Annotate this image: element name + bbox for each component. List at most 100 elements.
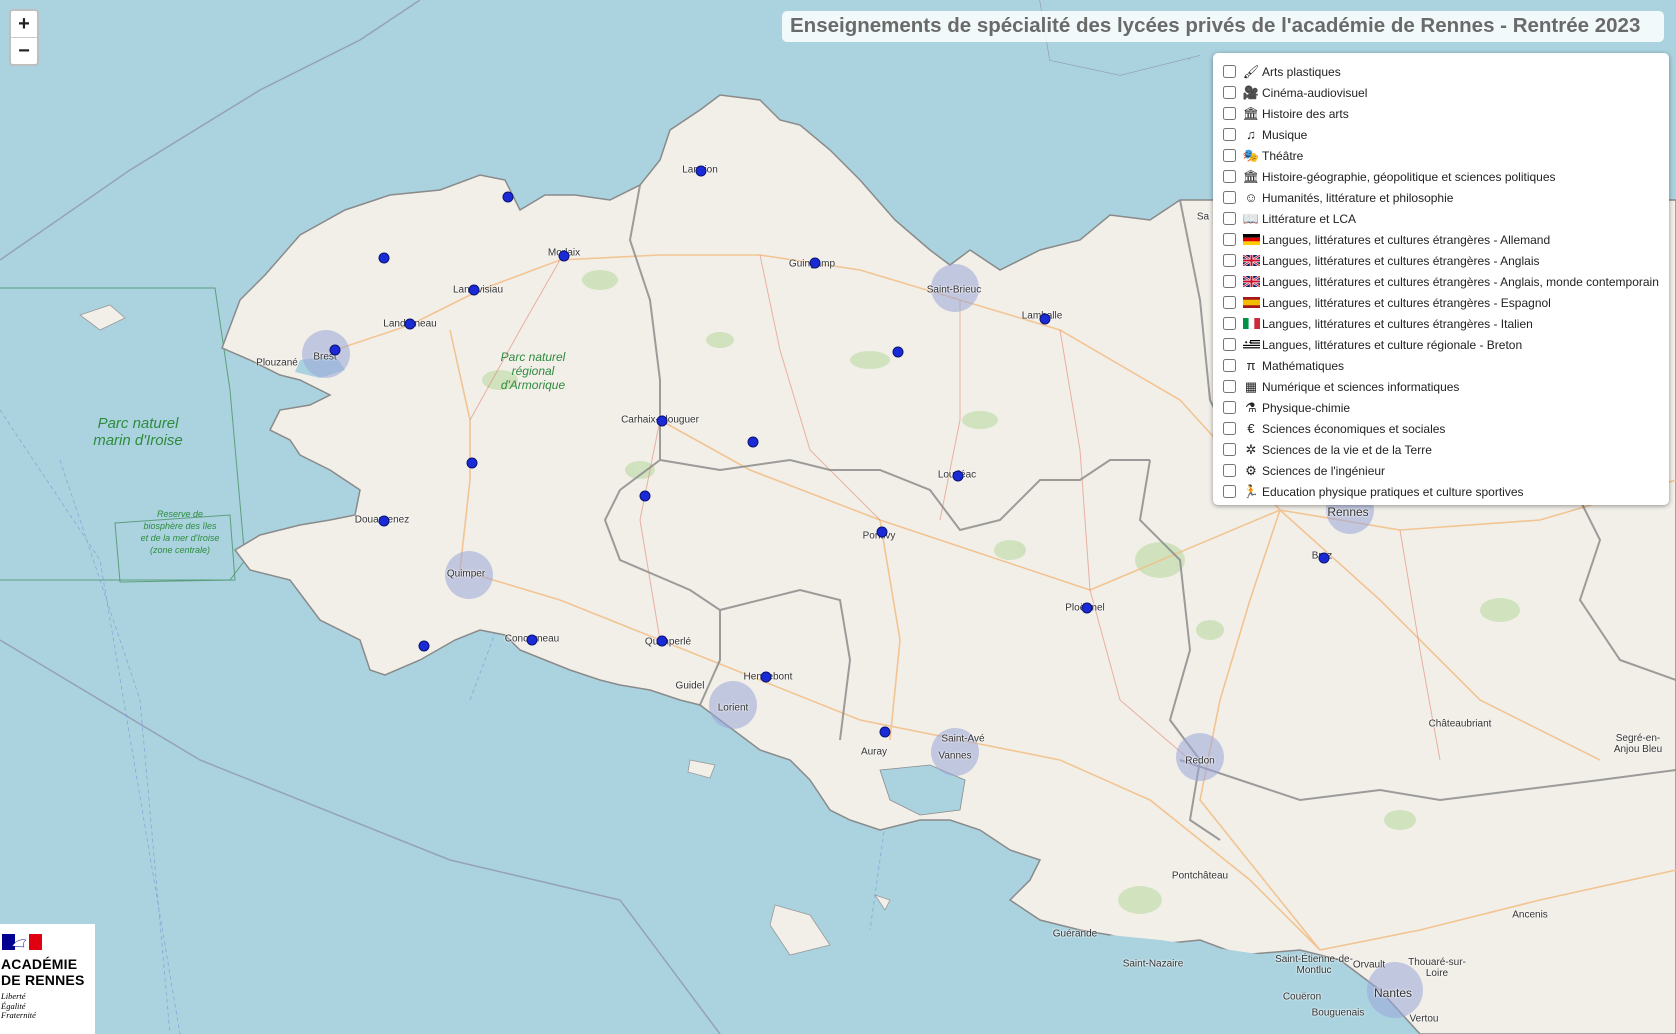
legend-item[interactable]: 🏃 Education physique pratiques et culture… <box>1223 481 1663 502</box>
school-marker[interactable] <box>466 457 478 469</box>
school-marker[interactable] <box>952 470 964 482</box>
legend-label: Numérique et sciences informatiques <box>1262 379 1460 394</box>
legend-label: Humanités, littérature et philosophie <box>1262 190 1454 205</box>
school-marker[interactable] <box>892 346 904 358</box>
legend-label: Sciences économiques et sociales <box>1262 421 1446 436</box>
legend-checkbox[interactable] <box>1223 401 1236 414</box>
flag-uk-icon <box>1242 274 1260 290</box>
gears-icon: ⚙ <box>1245 462 1257 478</box>
legend-checkbox[interactable] <box>1223 149 1236 162</box>
legend-label: Langues, littératures et cultures étrang… <box>1262 295 1551 310</box>
legend-checkbox[interactable] <box>1223 380 1236 393</box>
column-icon: 🏛 <box>1242 105 1260 121</box>
legend-item[interactable]: 🖌 Arts plastiques <box>1223 61 1663 82</box>
legend-checkbox[interactable] <box>1223 128 1236 141</box>
legend-checkbox[interactable] <box>1223 422 1236 435</box>
school-marker[interactable] <box>468 284 480 296</box>
zoom-out-button[interactable]: − <box>11 37 37 64</box>
legend-checkbox[interactable] <box>1223 338 1236 351</box>
legend-item[interactable]: 📖 Littérature et LCA <box>1223 208 1663 229</box>
school-marker[interactable] <box>760 671 772 683</box>
flag-uk-icon <box>1242 253 1260 269</box>
video-camera-icon: 🎥 <box>1242 84 1260 100</box>
music-note-icon: ♫ <box>1246 127 1256 142</box>
school-marker[interactable] <box>502 191 514 203</box>
marianne-icon <box>2 934 42 950</box>
place-label-auray: Auray <box>860 746 888 758</box>
legend-checkbox[interactable] <box>1223 317 1236 330</box>
legend-checkbox[interactable] <box>1223 359 1236 372</box>
school-marker[interactable] <box>809 257 821 269</box>
legend-item[interactable]: Langues, littératures et cultures étrang… <box>1223 229 1663 250</box>
place-label-chateaubriant: Châteaubriant <box>1428 718 1492 730</box>
park-label-iroise: Parc naturel marin d'Iroise <box>93 415 183 449</box>
legend-item[interactable]: 🎭 Théâtre <box>1223 145 1663 166</box>
legend-item[interactable]: ⚗ Physique-chimie <box>1223 397 1663 418</box>
legend-item[interactable]: ⚙ Sciences de l'ingénieur <box>1223 460 1663 481</box>
legend-item[interactable]: Langues, littératures et cultures étrang… <box>1223 292 1663 313</box>
place-label-saint-etienne: Saint-Étienne-de-Montluc <box>1275 954 1353 976</box>
legend-item[interactable]: ✲ Sciences de la vie et de la Terre <box>1223 439 1663 460</box>
school-marker[interactable] <box>329 344 341 356</box>
school-marker[interactable] <box>558 250 570 262</box>
school-marker[interactable] <box>378 252 390 264</box>
flag-germany-icon <box>1242 232 1260 248</box>
school-marker[interactable] <box>695 165 707 177</box>
legend-checkbox[interactable] <box>1223 212 1236 225</box>
school-marker[interactable] <box>879 726 891 738</box>
legend-label: Arts plastiques <box>1262 64 1341 79</box>
place-label-lorient: Lorient <box>717 702 749 714</box>
legend-item[interactable]: 🏛 Histoire des arts <box>1223 103 1663 124</box>
legend-item[interactable]: Langues, littératures et cultures étrang… <box>1223 271 1663 292</box>
school-marker[interactable] <box>526 634 538 646</box>
legend-checkbox[interactable] <box>1223 170 1236 183</box>
legend-item[interactable]: ☺ Humanités, littérature et philosophie <box>1223 187 1663 208</box>
legend-item[interactable]: 🏛 Histoire-géographie, géopolitique et sc… <box>1223 166 1663 187</box>
euro-icon: € <box>1247 421 1255 436</box>
legend-checkbox[interactable] <box>1223 191 1236 204</box>
legend-label: Sciences de l'ingénieur <box>1262 463 1386 478</box>
legend-item[interactable]: Langues, littératures et cultures étrang… <box>1223 250 1663 271</box>
school-marker[interactable] <box>1318 552 1330 564</box>
flask-icon: ⚗ <box>1245 399 1257 415</box>
legend-item[interactable]: 🎥 Cinéma-audiovisuel <box>1223 82 1663 103</box>
place-label-vertou: Vertou <box>1409 1013 1439 1025</box>
legend-item[interactable]: π Mathématiques <box>1223 355 1663 376</box>
legend-item[interactable]: ✦✦ Langues, littératures et culture régio… <box>1223 334 1663 355</box>
place-label-saint-brieuc: Saint-Brieuc <box>926 284 982 296</box>
legend-checkbox[interactable] <box>1223 107 1236 120</box>
school-marker[interactable] <box>1039 313 1051 325</box>
legend-checkbox[interactable] <box>1223 485 1236 498</box>
legend-checkbox[interactable] <box>1223 443 1236 456</box>
legend-item[interactable]: € Sciences économiques et sociales <box>1223 418 1663 439</box>
flag-spain-icon <box>1242 295 1260 311</box>
park-label-armorique: Parc naturel régional d'Armorique <box>500 350 566 392</box>
place-label-bouguenais: Bouguenais <box>1311 1007 1365 1019</box>
legend-label: Physique-chimie <box>1262 400 1351 415</box>
legend-item[interactable]: ▦ Numérique et sciences informatiques <box>1223 376 1663 397</box>
legend-checkbox[interactable] <box>1223 86 1236 99</box>
legend-checkbox[interactable] <box>1223 65 1236 78</box>
school-marker[interactable] <box>656 415 668 427</box>
legend-checkbox[interactable] <box>1223 254 1236 267</box>
place-label-rennes: Rennes <box>1327 505 1369 519</box>
place-label-quimperle: Quimperlé <box>644 636 692 648</box>
legend-checkbox[interactable] <box>1223 464 1236 477</box>
school-marker[interactable] <box>418 640 430 652</box>
legend-checkbox[interactable] <box>1223 233 1236 246</box>
zoom-in-button[interactable]: + <box>11 11 37 37</box>
place-label-saint-ave: Saint-Avé <box>941 733 985 745</box>
school-marker[interactable] <box>639 490 651 502</box>
school-marker[interactable] <box>1081 602 1093 614</box>
legend-item[interactable]: Langues, littératures et cultures étrang… <box>1223 313 1663 334</box>
school-marker[interactable] <box>747 436 759 448</box>
flag-italy-icon <box>1242 316 1260 332</box>
school-marker[interactable] <box>404 318 416 330</box>
school-marker[interactable] <box>656 635 668 647</box>
legend-checkbox[interactable] <box>1223 296 1236 309</box>
place-label-nantes: Nantes <box>1373 986 1413 1000</box>
school-marker[interactable] <box>876 526 888 538</box>
legend-item[interactable]: ♫ Musique <box>1223 124 1663 145</box>
school-marker[interactable] <box>378 515 390 527</box>
legend-checkbox[interactable] <box>1223 275 1236 288</box>
